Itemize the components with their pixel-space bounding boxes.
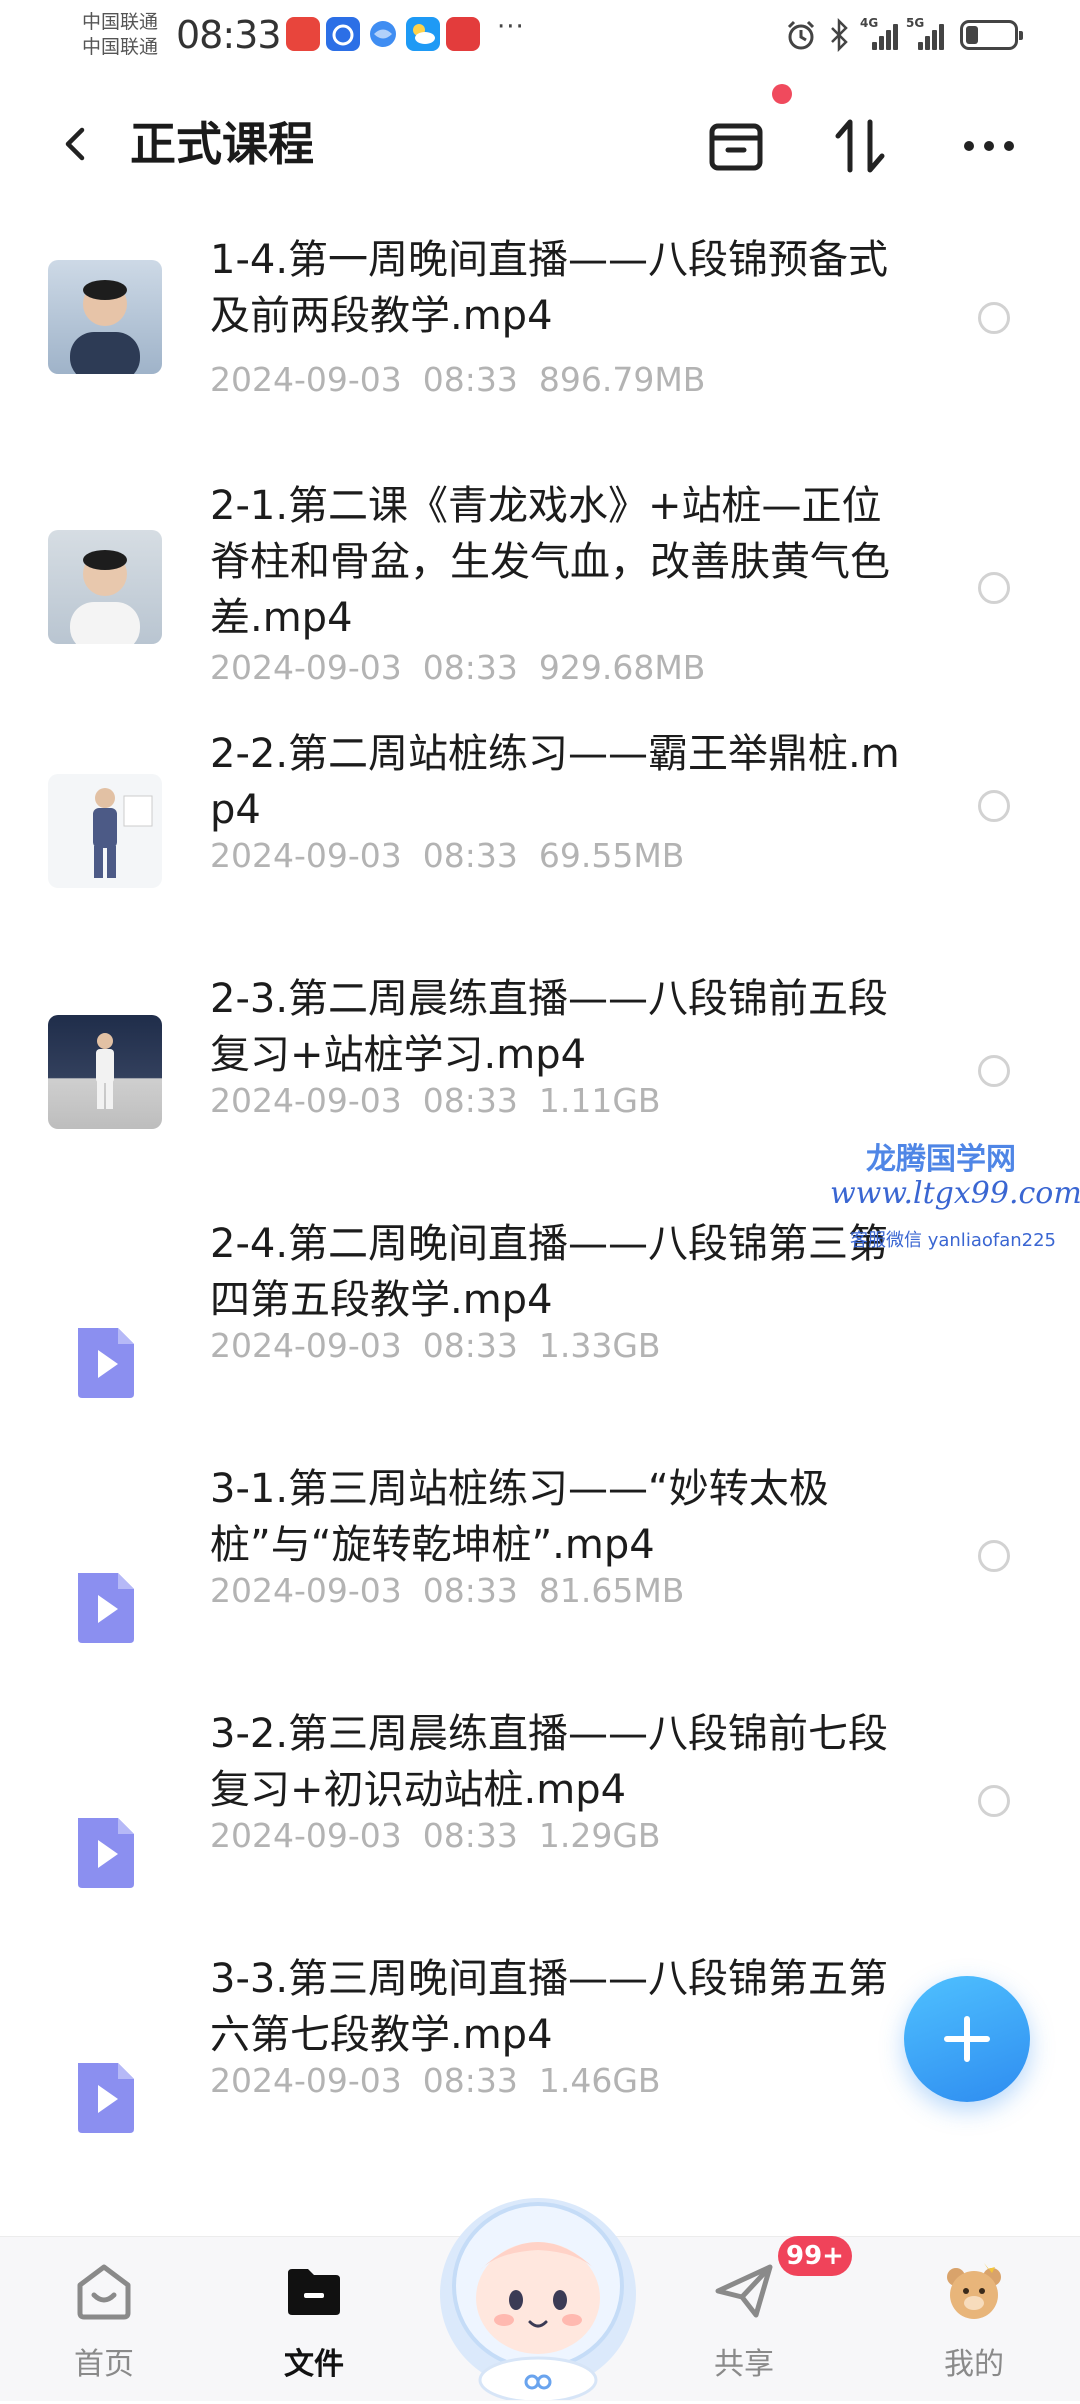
file-name: 2-2.第二周站桩练习——霸王举鼎桩.mp4	[210, 731, 900, 833]
video-file-icon	[78, 1818, 134, 1888]
status-bar: 中国联通 中国联通 08:33 ··· 4G 5G	[0, 0, 1080, 70]
video-file-icon	[78, 2063, 134, 2133]
browser-app-icon	[366, 17, 400, 51]
file-item[interactable]: 3-1.第三周站桩练习——“妙转太极桩”与“旋转乾坤桩”.mp4 2024-09…	[0, 1465, 1080, 1817]
alarm-icon	[787, 20, 815, 50]
file-item[interactable]: 2-2.第二周站桩练习——霸王举鼎桩.mp4 2024-09-03 08:33 …	[0, 730, 1080, 960]
file-meta: 2024-09-03 08:33 896.79MB	[210, 360, 706, 399]
archive-button[interactable]	[702, 112, 770, 180]
more-notifications: ···	[497, 12, 525, 42]
file-meta: 2024-09-03 08:33 1.33GB	[210, 1326, 661, 1365]
more-icon	[964, 141, 1014, 151]
nav-profile[interactable]: 我的	[904, 2237, 1044, 2401]
add-button[interactable]	[904, 1976, 1030, 2102]
nav-home-label: 首页	[74, 2347, 134, 2382]
file-item[interactable]: 2-1.第二课《青龙戏水》+站桩—正位脊柱和骨盆，生发气血，改善肤黄气色差.mp…	[0, 450, 1080, 710]
plus-icon	[944, 2016, 990, 2062]
archive-icon	[709, 123, 763, 171]
select-radio[interactable]	[978, 1055, 1010, 1087]
status-time: 08:33	[176, 13, 282, 57]
home-icon	[77, 2264, 131, 2320]
video-thumbnail	[48, 1015, 162, 1129]
file-name: 2-4.第二周晚间直播——八段锦第三第四第五段教学.mp4	[210, 1221, 889, 1323]
video-thumbnail	[48, 530, 162, 644]
battery-fill	[966, 26, 978, 44]
more-button[interactable]	[955, 112, 1023, 180]
page-title: 正式课程	[130, 117, 314, 171]
file-meta: 2024-09-03 08:33 69.55MB	[210, 836, 685, 875]
select-radio[interactable]	[978, 302, 1010, 334]
chevron-left-icon	[65, 127, 85, 161]
file-meta: 2024-09-03 08:33 929.68MB	[210, 648, 706, 687]
mascot-icon	[440, 2198, 636, 2404]
file-item[interactable]: 3-2.第三周晨练直播——八段锦前七段复习+初识动站桩.mp4 2024-09-…	[0, 1710, 1080, 2062]
signal-4g-icon: 4G	[860, 16, 898, 50]
back-button[interactable]	[48, 116, 104, 172]
paper-plane-icon	[715, 2264, 773, 2318]
file-name: 3-1.第三周站桩练习——“妙转太极桩”与“旋转乾坤桩”.mp4	[210, 1466, 829, 1568]
file-name: 3-3.第三周晚间直播——八段锦第五第六第七段教学.mp4	[210, 1956, 889, 2058]
sort-icon	[835, 119, 885, 173]
file-meta: 2024-09-03 08:33 81.65MB	[210, 1571, 685, 1610]
share-count-badge: 99+	[778, 2236, 852, 2276]
folder-icon	[288, 2269, 340, 2315]
notification-dot	[772, 84, 792, 104]
signal-5g-icon: 5G	[906, 16, 944, 50]
carrier-1: 中国联通	[82, 11, 159, 33]
nav-files-label: 文件	[284, 2347, 344, 2382]
file-name: 2-1.第二课《青龙戏水》+站桩—正位脊柱和骨盆，生发气血，改善肤黄气色差.mp…	[210, 483, 890, 641]
bear-avatar-icon	[947, 2263, 1001, 2319]
video-file-icon	[78, 1573, 134, 1643]
watermark-title: 龙腾国学网	[866, 1142, 1016, 1177]
video-thumbnail	[48, 260, 162, 374]
carrier-info: 中国联通 中国联通	[82, 10, 158, 60]
file-name: 1-4.第一周晚间直播——八段锦预备式及前两段教学.mp4	[210, 237, 889, 339]
watermark-contact: 客服微信 yanliaofan225	[850, 1230, 1056, 1251]
file-name: 3-2.第三周晨练直播——八段锦前七段复习+初识动站桩.mp4	[210, 1711, 889, 1813]
select-radio[interactable]	[978, 790, 1010, 822]
nav-profile-label: 我的	[944, 2347, 1004, 2382]
file-meta: 2024-09-03 08:33 1.11GB	[210, 1081, 661, 1120]
bluetooth-icon	[831, 18, 848, 52]
carrier-2: 中国联通	[82, 36, 159, 58]
huawei-app-icon	[446, 17, 480, 51]
file-meta: 2024-09-03 08:33 1.46GB	[210, 2061, 661, 2100]
file-meta: 2024-09-03 08:33 1.29GB	[210, 1816, 661, 1855]
video-thumbnail	[48, 774, 162, 888]
status-right: 4G 5G	[784, 14, 1044, 54]
battery-icon	[960, 20, 1023, 50]
select-radio[interactable]	[978, 572, 1010, 604]
watermark-url: www.ltgx99.com	[830, 1176, 1080, 1211]
file-name: 2-3.第二周晨练直播——八段锦前五段复习+站桩学习.mp4	[210, 976, 889, 1078]
file-item[interactable]: 2-4.第二周晚间直播——八段锦第三第四第五段教学.mp4 2024-09-03…	[0, 1220, 1080, 1572]
header: 正式课程	[0, 90, 1080, 200]
video-file-icon	[78, 1328, 134, 1398]
sort-button[interactable]	[826, 112, 894, 180]
nav-share-label: 共享	[714, 2347, 774, 2382]
weather-app-icon	[406, 17, 440, 51]
blue-app-icon	[326, 17, 360, 51]
nav-files[interactable]: 文件	[244, 2237, 384, 2401]
file-item[interactable]: 1-4.第一周晚间直播——八段锦预备式及前两段教学.mp4 2024-09-03…	[0, 210, 1080, 450]
shopping-app-icon	[286, 17, 320, 51]
mascot-assistant-button[interactable]	[428, 2174, 648, 2404]
nav-home[interactable]: 首页	[34, 2237, 174, 2401]
